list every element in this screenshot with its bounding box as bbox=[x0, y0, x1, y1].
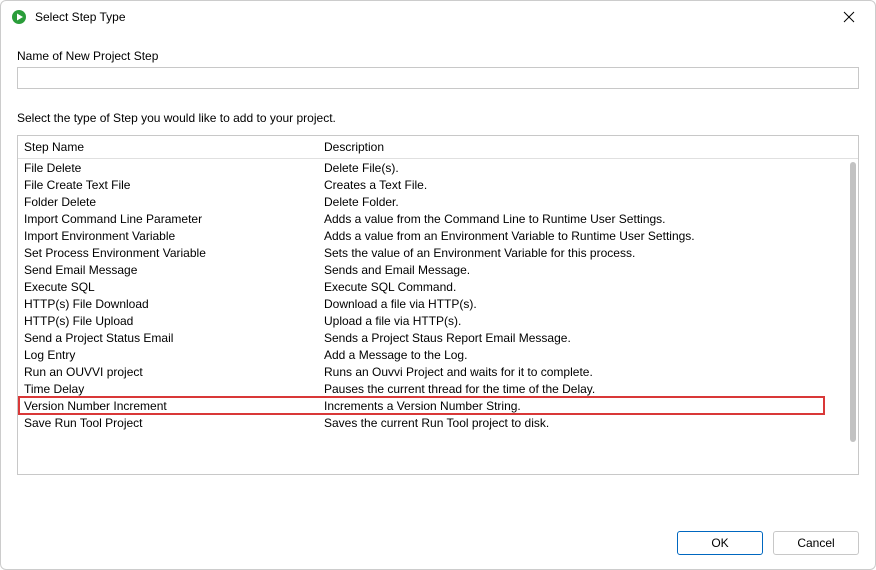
table-row[interactable]: Execute SQLExecute SQL Command. bbox=[18, 278, 858, 295]
table-row[interactable]: Import Environment VariableAdds a value … bbox=[18, 227, 858, 244]
table-row[interactable]: HTTP(s) File DownloadDownload a file via… bbox=[18, 295, 858, 312]
titlebar: Select Step Type bbox=[1, 1, 875, 33]
cell-step-name: Set Process Environment Variable bbox=[18, 244, 318, 261]
col-header-step-name[interactable]: Step Name bbox=[18, 136, 318, 159]
cell-description: Sends a Project Staus Report Email Messa… bbox=[318, 329, 828, 346]
cell-step-name: HTTP(s) File Download bbox=[18, 295, 318, 312]
table-row[interactable]: Import Command Line ParameterAdds a valu… bbox=[18, 210, 858, 227]
app-icon bbox=[11, 9, 27, 25]
cell-description: Runs an Ouvvi Project and waits for it t… bbox=[318, 363, 828, 380]
cell-step-name: Version Number Increment bbox=[18, 397, 318, 414]
table-row[interactable]: Version Number IncrementIncrements a Ver… bbox=[18, 397, 858, 414]
cell-step-name: Log Entry bbox=[18, 346, 318, 363]
table-row[interactable]: Run an OUVVI projectRuns an Ouvvi Projec… bbox=[18, 363, 858, 380]
close-icon bbox=[843, 11, 855, 23]
grid-header-row: Step Name Description bbox=[18, 136, 858, 159]
cell-description: Creates a Text File. bbox=[318, 176, 828, 193]
cell-description: Pauses the current thread for the time o… bbox=[318, 380, 828, 397]
cell-description: Delete File(s). bbox=[318, 159, 828, 177]
cell-step-name: Send a Project Status Email bbox=[18, 329, 318, 346]
cancel-button[interactable]: Cancel bbox=[773, 531, 859, 555]
cell-description: Execute SQL Command. bbox=[318, 278, 828, 295]
cell-step-name: Folder Delete bbox=[18, 193, 318, 210]
cell-step-name: Time Delay bbox=[18, 380, 318, 397]
step-type-grid: Step Name Description File DeleteDelete … bbox=[17, 135, 859, 475]
dialog-window: Select Step Type Name of New Project Ste… bbox=[0, 0, 876, 570]
scrollbar[interactable] bbox=[842, 160, 856, 472]
cell-description: Sends and Email Message. bbox=[318, 261, 828, 278]
name-label: Name of New Project Step bbox=[17, 49, 859, 63]
cell-description: Upload a file via HTTP(s). bbox=[318, 312, 828, 329]
table-row[interactable]: Send a Project Status EmailSends a Proje… bbox=[18, 329, 858, 346]
cell-description: Adds a value from the Command Line to Ru… bbox=[318, 210, 828, 227]
dialog-content: Name of New Project Step Select the type… bbox=[1, 33, 875, 517]
window-title: Select Step Type bbox=[35, 10, 829, 24]
cell-step-name: Import Command Line Parameter bbox=[18, 210, 318, 227]
cell-step-name: Send Email Message bbox=[18, 261, 318, 278]
cell-description: Adds a value from an Environment Variabl… bbox=[318, 227, 828, 244]
scrollbar-thumb[interactable] bbox=[850, 162, 856, 442]
instruction-text: Select the type of Step you would like t… bbox=[17, 111, 859, 125]
table-row[interactable]: Log EntryAdd a Message to the Log. bbox=[18, 346, 858, 363]
col-header-description[interactable]: Description bbox=[318, 136, 828, 159]
cell-description: Saves the current Run Tool project to di… bbox=[318, 414, 828, 431]
table-row[interactable]: HTTP(s) File UploadUpload a file via HTT… bbox=[18, 312, 858, 329]
cell-description: Download a file via HTTP(s). bbox=[318, 295, 828, 312]
table-row[interactable]: File Create Text FileCreates a Text File… bbox=[18, 176, 858, 193]
cell-step-name: Execute SQL bbox=[18, 278, 318, 295]
table-row[interactable]: Set Process Environment VariableSets the… bbox=[18, 244, 858, 261]
cell-step-name: File Delete bbox=[18, 159, 318, 177]
cell-description: Sets the value of an Environment Variabl… bbox=[318, 244, 828, 261]
cell-description: Increments a Version Number String. bbox=[318, 397, 828, 414]
table-row[interactable]: Save Run Tool ProjectSaves the current R… bbox=[18, 414, 858, 431]
cell-step-name: Import Environment Variable bbox=[18, 227, 318, 244]
cell-description: Delete Folder. bbox=[318, 193, 828, 210]
table-row[interactable]: Time DelayPauses the current thread for … bbox=[18, 380, 858, 397]
cell-step-name: HTTP(s) File Upload bbox=[18, 312, 318, 329]
cell-step-name: Save Run Tool Project bbox=[18, 414, 318, 431]
ok-button[interactable]: OK bbox=[677, 531, 763, 555]
table-row[interactable]: File DeleteDelete File(s). bbox=[18, 159, 858, 177]
close-button[interactable] bbox=[829, 3, 869, 31]
step-name-input[interactable] bbox=[17, 67, 859, 89]
cell-step-name: Run an OUVVI project bbox=[18, 363, 318, 380]
col-header-pad bbox=[828, 136, 858, 159]
button-row: OK Cancel bbox=[1, 517, 875, 569]
table-row[interactable]: Folder DeleteDelete Folder. bbox=[18, 193, 858, 210]
table-row[interactable]: Send Email MessageSends and Email Messag… bbox=[18, 261, 858, 278]
cell-description: Add a Message to the Log. bbox=[318, 346, 828, 363]
cell-step-name: File Create Text File bbox=[18, 176, 318, 193]
